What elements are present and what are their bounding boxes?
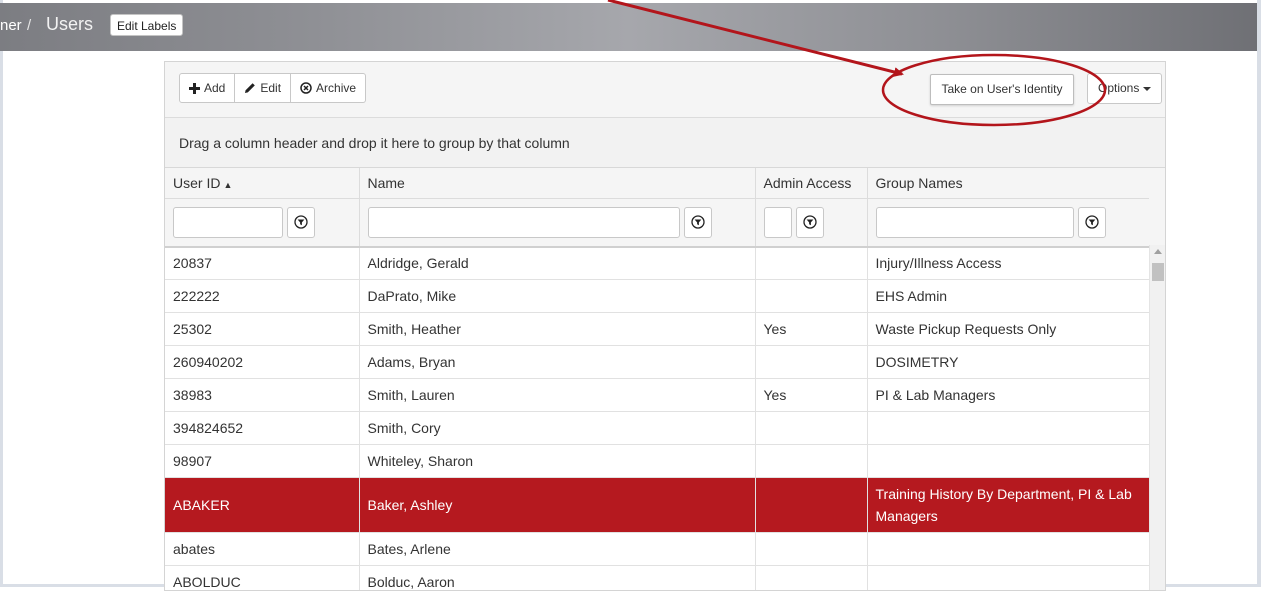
breadcrumb-separator: / [27, 17, 31, 34]
cell-group-names [867, 566, 1149, 591]
filter-icon[interactable] [1078, 207, 1106, 238]
name-filter-input[interactable] [368, 207, 680, 238]
cell-group-names [867, 533, 1149, 566]
plus-icon [189, 83, 200, 94]
users-table: User ID▲ Name Admin Access Group Names [165, 168, 1150, 591]
cell-name: Aldridge, Gerald [359, 247, 755, 280]
scroll-up-arrow-icon[interactable] [1154, 249, 1162, 254]
pencil-icon [244, 82, 256, 94]
table-row[interactable]: 38983Smith, LaurenYesPI & Lab Managers [165, 379, 1149, 412]
table-row[interactable]: 20837Aldridge, Gerald Injury/Illness Acce… [165, 247, 1149, 280]
circle-x-icon [300, 82, 312, 94]
filter-cell-group-names [867, 198, 1149, 247]
cell-user-id: 222222 [165, 280, 359, 313]
admin-access-filter-input[interactable] [764, 207, 792, 238]
take-on-users-identity-button[interactable]: Take on User's Identity [930, 74, 1074, 105]
caret-down-icon [1143, 87, 1151, 91]
cell-user-id: 38983 [165, 379, 359, 412]
cell-admin-access [755, 533, 867, 566]
cell-user-id: 98907 [165, 445, 359, 478]
breadcrumb-parent[interactable]: ner [0, 17, 22, 34]
cell-group-names: Injury/Illness Access [867, 247, 1149, 280]
cell-admin-access [755, 566, 867, 591]
edit-labels-button[interactable]: Edit Labels [110, 14, 183, 36]
options-label: Options [1098, 81, 1139, 95]
cell-group-names: DOSIMETRY [867, 346, 1149, 379]
filter-icon[interactable] [796, 207, 824, 238]
cell-group-names [867, 412, 1149, 445]
cell-name: DaPrato, Mike [359, 280, 755, 313]
cell-name: Adams, Bryan [359, 346, 755, 379]
group-by-drop-area[interactable]: Drag a column header and drop it here to… [165, 118, 1165, 168]
cell-user-id: 394824652 [165, 412, 359, 445]
cell-group-names [867, 445, 1149, 478]
cell-group-names: Waste Pickup Requests Only [867, 313, 1149, 346]
cell-admin-access [755, 478, 867, 533]
cell-admin-access: Yes [755, 379, 867, 412]
table-row[interactable]: 222222DaPrato, Mike EHS Admin [165, 280, 1149, 313]
edit-button-label: Edit [260, 81, 281, 95]
cell-user-id: 25302 [165, 313, 359, 346]
filter-cell-admin-access [755, 198, 867, 247]
column-header-user-id[interactable]: User ID▲ [165, 168, 359, 198]
options-dropdown-button[interactable]: Options [1087, 73, 1162, 104]
window-frame-left [0, 0, 3, 587]
column-header-name[interactable]: Name [359, 168, 755, 198]
table-row-selected[interactable]: ABAKERBaker, Ashley Training History By D… [165, 478, 1149, 533]
cell-admin-access [755, 346, 867, 379]
cell-user-id: 20837 [165, 247, 359, 280]
users-grid-panel: Add Edit Archive Take on User's Identity… [164, 61, 1166, 591]
table-row[interactable]: ABOLDUCBolduc, Aaron [165, 566, 1149, 591]
cell-name: Bates, Arlene [359, 533, 755, 566]
cell-admin-access [755, 412, 867, 445]
user-id-filter-input[interactable] [173, 207, 283, 238]
cell-user-id: 260940202 [165, 346, 359, 379]
window-frame-right [1257, 0, 1261, 587]
top-bar: ner / Users Edit Labels [0, 3, 1257, 51]
table-row[interactable]: 394824652Smith, Cory [165, 412, 1149, 445]
table-row[interactable]: 260940202Adams, Bryan DOSIMETRY [165, 346, 1149, 379]
table-row[interactable]: 25302Smith, HeatherYesWaste Pickup Reque… [165, 313, 1149, 346]
cell-admin-access: Yes [755, 313, 867, 346]
cell-group-names: Training History By Department, PI & Lab… [867, 478, 1149, 533]
scroll-thumb[interactable] [1152, 263, 1164, 281]
cell-user-id: abates [165, 533, 359, 566]
action-button-group: Add Edit Archive [179, 73, 366, 103]
cell-name: Smith, Lauren [359, 379, 755, 412]
cell-admin-access [755, 280, 867, 313]
column-header-group-names[interactable]: Group Names [867, 168, 1149, 198]
cell-name: Whiteley, Sharon [359, 445, 755, 478]
breadcrumb-current: Users [46, 14, 93, 35]
cell-name: Baker, Ashley [359, 478, 755, 533]
sort-asc-icon: ▲ [223, 180, 232, 190]
cell-admin-access [755, 247, 867, 280]
cell-group-names: PI & Lab Managers [867, 379, 1149, 412]
table-row[interactable]: abatesBates, Arlene [165, 533, 1149, 566]
filter-cell-name [359, 198, 755, 247]
add-button-label: Add [204, 81, 225, 95]
grid-toolbar: Add Edit Archive Take on User's Identity… [165, 62, 1165, 118]
edit-button[interactable]: Edit [235, 73, 291, 103]
cell-name: Bolduc, Aaron [359, 566, 755, 591]
header-scroll-gap [1149, 168, 1165, 245]
group-names-filter-input[interactable] [876, 207, 1074, 238]
vertical-scrollbar[interactable] [1149, 245, 1166, 591]
cell-name: Smith, Heather [359, 313, 755, 346]
cell-group-names: EHS Admin [867, 280, 1149, 313]
cell-name: Smith, Cory [359, 412, 755, 445]
cell-user-id: ABOLDUC [165, 566, 359, 591]
add-button[interactable]: Add [179, 73, 235, 103]
archive-button[interactable]: Archive [291, 73, 366, 103]
cell-admin-access [755, 445, 867, 478]
group-by-hint: Drag a column header and drop it here to… [179, 135, 570, 151]
filter-icon[interactable] [684, 207, 712, 238]
cell-user-id: ABAKER [165, 478, 359, 533]
archive-button-label: Archive [316, 81, 356, 95]
filter-icon[interactable] [287, 207, 315, 238]
column-header-admin-access[interactable]: Admin Access [755, 168, 867, 198]
filter-cell-user-id [165, 198, 359, 247]
table-row[interactable]: 98907Whiteley, Sharon [165, 445, 1149, 478]
